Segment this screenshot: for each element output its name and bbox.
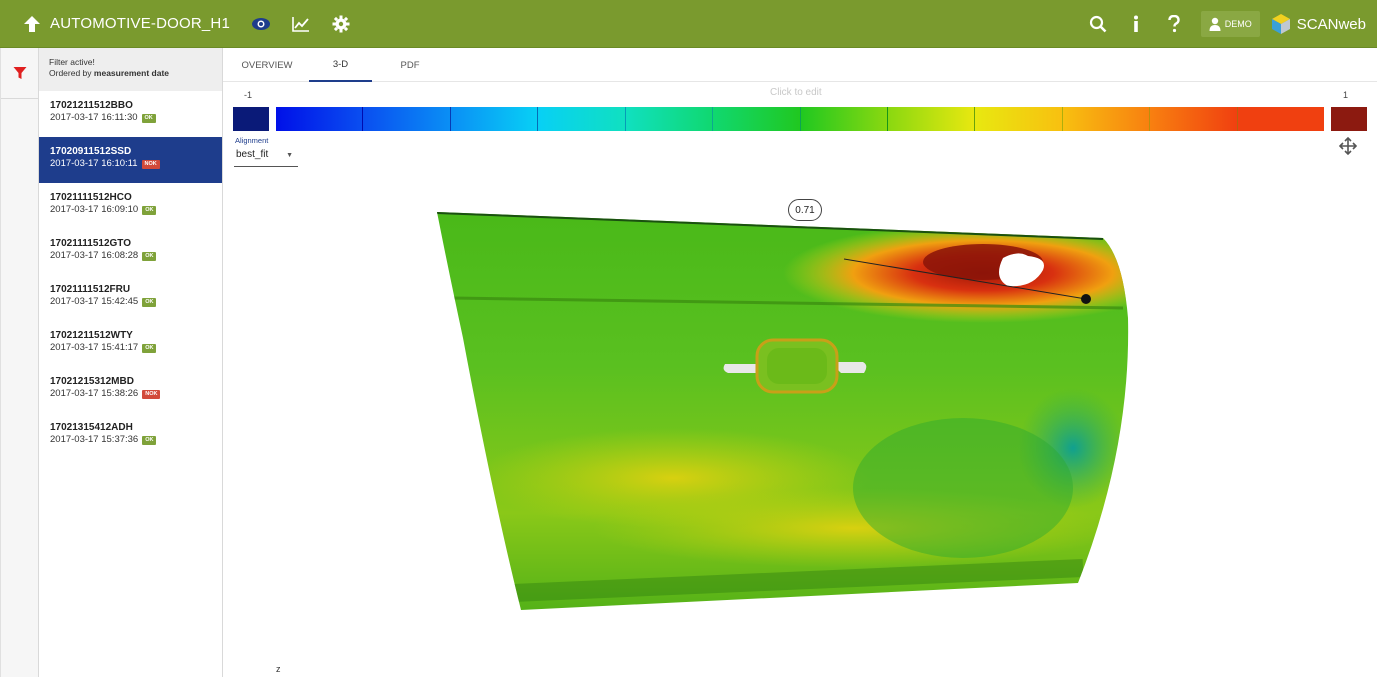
status-badge: OK xyxy=(142,297,157,307)
color-scale-segment[interactable] xyxy=(887,107,976,131)
measurement-date: 2017-03-17 16:11:30 xyxy=(50,112,138,123)
arrow-up-icon[interactable] xyxy=(22,14,42,34)
color-scale-segment[interactable] xyxy=(276,107,364,131)
axis-label: z xyxy=(276,664,281,674)
chart-icon[interactable] xyxy=(290,13,312,35)
list-item[interactable]: 17021111512HCO 2017-03-17 16:09:10 OK xyxy=(39,183,222,229)
caret-down-icon: ▼ xyxy=(286,152,293,159)
scale-max-label: 1 xyxy=(1343,90,1349,100)
measurement-code: 17021211512BBO xyxy=(50,100,133,111)
scale-max-swatch xyxy=(1331,107,1367,131)
color-scale-segment[interactable] xyxy=(713,107,801,131)
deviation-callout[interactable]: 0.71 xyxy=(788,199,822,221)
list-item[interactable]: 17021211512WTY 2017-03-17 15:41:17 OK xyxy=(39,321,222,367)
info-icon[interactable] xyxy=(1125,13,1147,35)
tab-bar: OVERVIEW 3-D PDF xyxy=(223,48,1377,82)
color-scale-segment[interactable] xyxy=(538,107,626,131)
user-name: DEMO xyxy=(1224,19,1252,29)
alignment-label: Alignment xyxy=(235,136,269,145)
list-item[interactable]: 17021211512BBO 2017-03-17 16:11:30 OK xyxy=(39,91,222,137)
list-item[interactable]: 17021111512GTO 2017-03-17 16:08:28 OK xyxy=(39,229,222,275)
measurement-date: 2017-03-17 16:10:11 xyxy=(50,158,138,169)
measurement-date: 2017-03-17 16:09:10 xyxy=(50,204,139,215)
move-icon[interactable] xyxy=(1338,136,1358,156)
list-item[interactable]: 17021315412ADH 2017-03-17 15:37:36 OK xyxy=(39,413,222,459)
measurement-date: 2017-03-17 15:37:36 xyxy=(50,434,139,445)
color-scale-segment[interactable] xyxy=(975,107,1063,131)
status-badge: OK xyxy=(142,435,157,445)
measurement-list: Filter active! Ordered by measurement da… xyxy=(39,48,223,677)
status-badge: OK xyxy=(142,343,157,353)
edit-hint[interactable]: Click to edit xyxy=(770,87,822,98)
scale-min-label: -1 xyxy=(244,90,253,100)
measurement-code: 17021111512FRU xyxy=(50,284,131,295)
user-icon xyxy=(1209,17,1221,31)
help-icon[interactable] xyxy=(1163,13,1185,35)
measurement-code: 17021111512HCO xyxy=(50,192,132,203)
measurement-code: 17021215312MBD xyxy=(50,376,134,387)
left-rail xyxy=(0,48,39,677)
color-scale-segment[interactable] xyxy=(450,107,539,131)
status-badge: OK xyxy=(142,251,157,261)
status-badge: NOK xyxy=(142,389,161,399)
gear-icon[interactable] xyxy=(330,13,352,35)
color-scale[interactable] xyxy=(276,107,1325,131)
tab-3d[interactable]: 3-D xyxy=(309,48,372,82)
color-scale-segment[interactable] xyxy=(800,107,888,131)
status-badge: NOK xyxy=(141,159,160,169)
color-scale-segment[interactable] xyxy=(363,107,451,131)
measurement-date: 2017-03-17 15:41:17 xyxy=(50,342,139,353)
alignment-value: best_fit xyxy=(236,149,269,160)
filter-icon xyxy=(13,67,26,79)
search-icon[interactable] xyxy=(1087,13,1109,35)
measurement-date: 2017-03-17 15:42:45 xyxy=(50,296,139,307)
brand-name: SCANweb xyxy=(1296,15,1366,33)
page-title: AUTOMOTIVE-DOOR_H1 xyxy=(50,15,231,32)
user-button[interactable]: DEMO xyxy=(1200,11,1260,37)
tab-overview[interactable]: OVERVIEW xyxy=(234,48,300,82)
measurement-date: 2017-03-17 16:08:28 xyxy=(50,250,139,261)
alignment-select[interactable]: best_fit ▼ xyxy=(234,149,298,167)
tab-pdf[interactable]: PDF xyxy=(386,48,434,82)
list-item[interactable]: 17020911512SSD 2017-03-17 16:10:11 NOK xyxy=(39,137,222,183)
filter-status: Filter active! xyxy=(49,57,95,67)
list-item[interactable]: 17021215312MBD 2017-03-17 15:38:26 NOK xyxy=(39,367,222,413)
color-scale-segment[interactable] xyxy=(1062,107,1151,131)
cube-logo-icon xyxy=(1271,14,1290,34)
top-bar-actions: DEMO SCANweb xyxy=(1087,0,1377,48)
brand-logo: SCANweb xyxy=(1270,13,1366,35)
filter-button[interactable] xyxy=(1,48,38,99)
measurement-date: 2017-03-17 15:38:26 xyxy=(50,388,139,399)
measurement-code: 17020911512SSD xyxy=(50,146,132,157)
color-scale-segment[interactable] xyxy=(625,107,714,131)
measurement-code: 17021111512GTO xyxy=(50,238,132,249)
sort-order: Ordered by measurement date xyxy=(49,68,170,78)
eye-icon[interactable] xyxy=(250,13,272,35)
list-item[interactable]: 17021111512FRU 2017-03-17 15:42:45 OK xyxy=(39,275,222,321)
status-badge: OK xyxy=(142,205,157,215)
status-badge: OK xyxy=(141,113,156,123)
main-panel: OVERVIEW 3-D PDF Click to edit -1 1 Alig… xyxy=(223,48,1377,677)
scale-min-swatch xyxy=(233,107,269,131)
color-scale-segment[interactable] xyxy=(1150,107,1238,131)
top-bar: AUTOMOTIVE-DOOR_H1 DEMO SCANweb xyxy=(0,0,1377,48)
color-scale-segment[interactable] xyxy=(1237,107,1325,131)
door-3d-model[interactable] xyxy=(423,198,1143,618)
measurement-code: 17021315412ADH xyxy=(50,422,133,433)
list-header: Filter active! Ordered by measurement da… xyxy=(39,48,222,91)
measurement-code: 17021211512WTY xyxy=(50,330,133,341)
